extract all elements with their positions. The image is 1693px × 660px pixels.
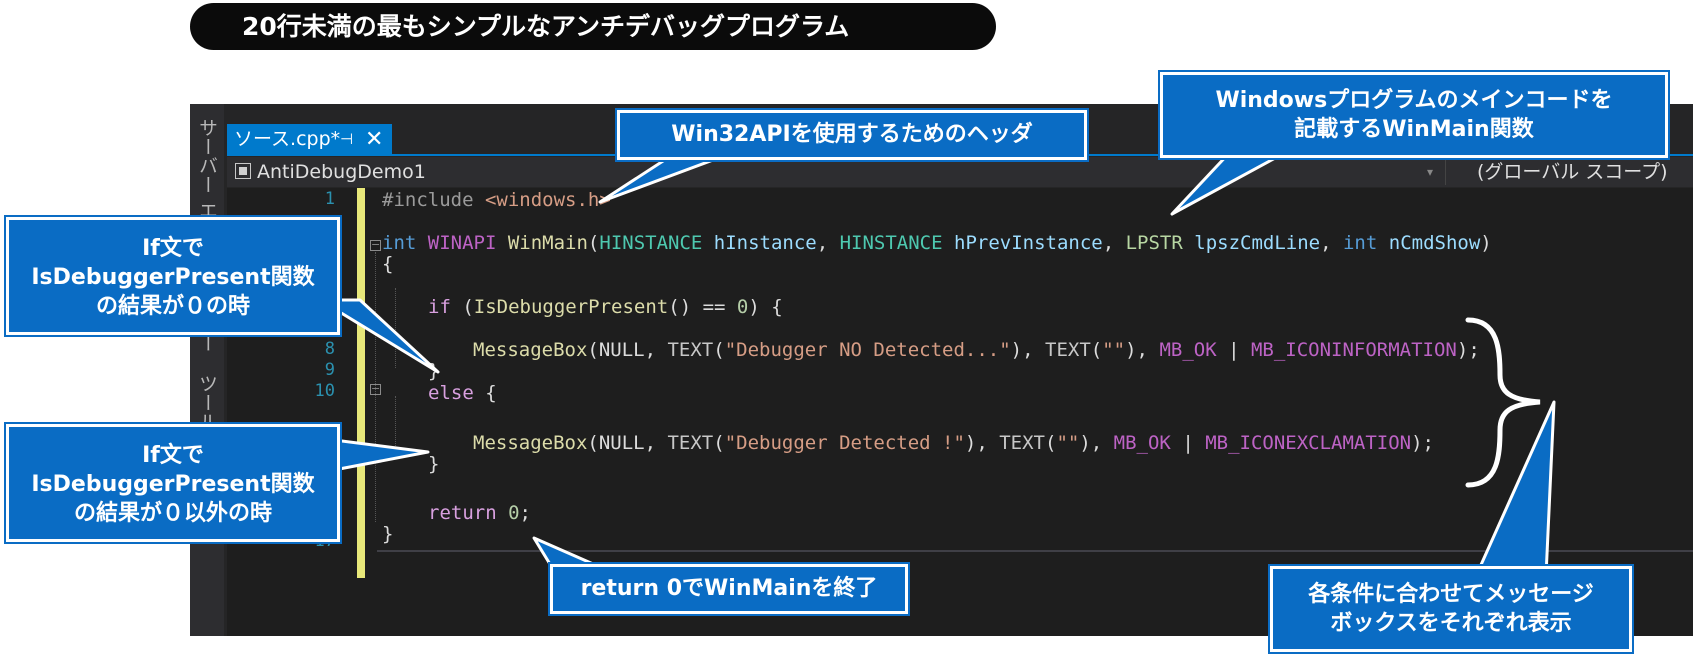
else-callout-line-3: の結果が０以外の時 [73,501,272,526]
winmain-callout: Windowsプログラムのメインコードを 記載するWinMain関数 [1160,72,1668,158]
if-callout-line-2: IsDebuggerPresent関数 [31,265,315,290]
msgbox-callout-pointer [1474,400,1556,578]
winmain-callout-pointer [1170,148,1292,216]
else-callout-line-1: If文で [142,443,204,468]
if-callout-line-3: の結果が０の時 [95,294,250,319]
return-callout: return 0でWinMainを終了 [550,564,908,614]
winmain-callout-line-2: 記載するWinMain関数 [1294,117,1534,142]
header-callout: Win32APIを使用するためのヘッダ [617,110,1087,160]
else-callout-pointer [332,438,430,472]
if-callout-line-1: If文で [142,236,204,261]
if-callout: If文で IsDebuggerPresent関数 の結果が０の時 [6,217,340,335]
msgbox-callout-line-1: 各条件に合わせてメッセージ [1308,582,1594,607]
else-callout: If文で IsDebuggerPresent関数 の結果が０以外の時 [6,424,340,542]
msgbox-callout: 各条件に合わせてメッセージ ボックスをそれぞれ表示 [1270,566,1632,652]
msgbox-callout-line-2: ボックスをそれぞれ表示 [1330,611,1572,636]
winmain-callout-line-1: Windowsプログラムのメインコードを [1215,88,1613,113]
else-callout-line-2: IsDebuggerPresent関数 [31,472,315,497]
